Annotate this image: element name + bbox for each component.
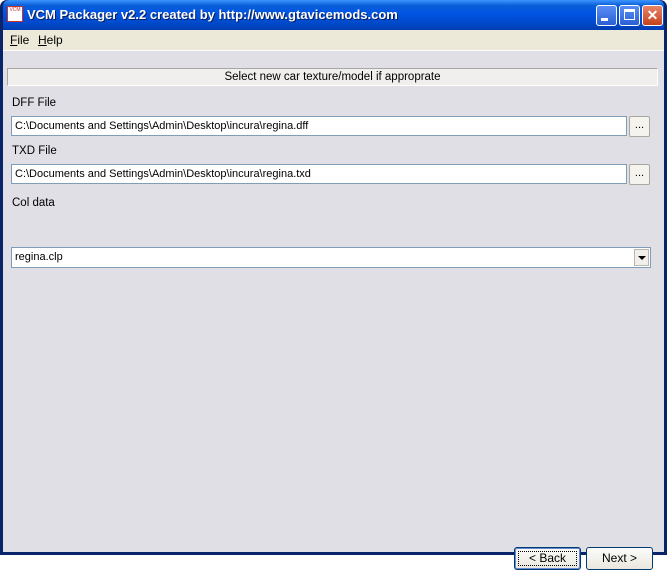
wizard-panel: Select new car texture/model if appropra… bbox=[3, 51, 664, 570]
txd-file-label: TXD File bbox=[12, 145, 57, 157]
app-icon[interactable]: VCM bbox=[7, 6, 23, 22]
instruction-header: Select new car texture/model if appropra… bbox=[7, 68, 658, 86]
close-icon: ✕ bbox=[646, 7, 659, 23]
app-window: VCM VCM Packager v2.2 created by http://… bbox=[0, 0, 667, 570]
col-data-selected-value: regina.clp bbox=[15, 251, 63, 263]
next-button-label: Next > bbox=[601, 551, 637, 565]
next-button[interactable]: Next > bbox=[586, 547, 653, 570]
minimize-icon bbox=[601, 18, 608, 21]
txd-file-input[interactable]: C:\Documents and Settings\Admin\Desktop\… bbox=[11, 164, 627, 184]
close-button[interactable]: ✕ bbox=[642, 5, 663, 26]
back-button[interactable]: < Back bbox=[514, 547, 581, 570]
minimize-button[interactable] bbox=[596, 5, 617, 26]
maximize-button[interactable] bbox=[619, 5, 640, 26]
window-title: VCM Packager v2.2 created by http://www.… bbox=[27, 7, 398, 22]
client-area: File Help Select new car texture/model i… bbox=[3, 30, 664, 570]
col-data-select[interactable]: regina.clp bbox=[11, 247, 651, 268]
focus-rectangle bbox=[518, 551, 577, 566]
dff-browse-button[interactable]: ... bbox=[629, 116, 650, 137]
txd-browse-button[interactable]: ... bbox=[629, 164, 650, 185]
maximize-icon bbox=[624, 9, 635, 20]
menu-help[interactable]: Help bbox=[38, 33, 63, 47]
col-data-dropdown-button[interactable] bbox=[634, 249, 649, 266]
dff-file-input[interactable]: C:\Documents and Settings\Admin\Desktop\… bbox=[11, 116, 627, 136]
col-data-label: Col data bbox=[12, 197, 55, 209]
menu-bar: File Help bbox=[3, 30, 664, 49]
chevron-down-icon bbox=[638, 256, 646, 260]
menu-file[interactable]: File bbox=[10, 33, 29, 47]
dff-file-label: DFF File bbox=[12, 97, 57, 109]
title-bar[interactable]: VCM VCM Packager v2.2 created by http://… bbox=[3, 0, 664, 30]
